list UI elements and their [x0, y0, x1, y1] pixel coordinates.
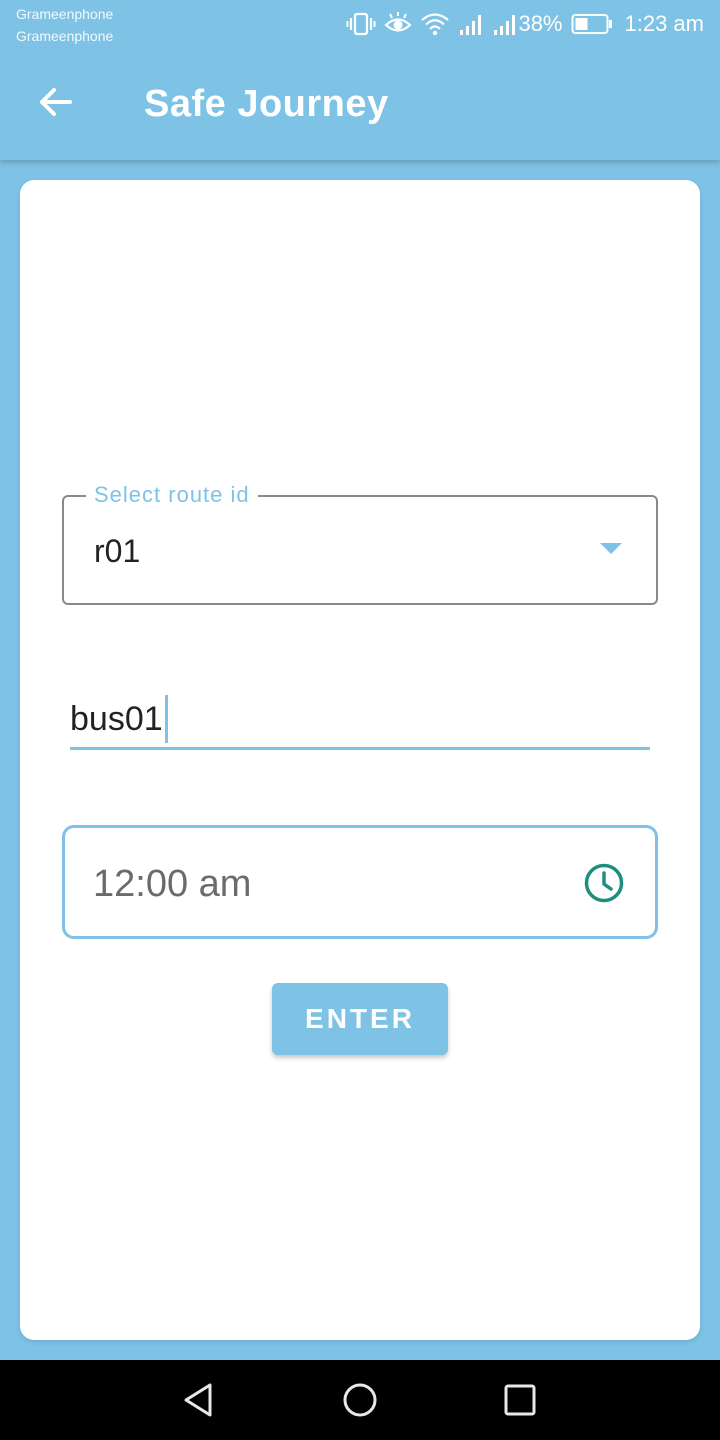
carrier-name-secondary: Grameenphone [16, 28, 114, 44]
bus-input[interactable]: bus01 [70, 685, 650, 750]
time-value: 12:00 am [93, 863, 252, 905]
nav-home-icon[interactable] [340, 1380, 380, 1420]
battery-icon [571, 13, 613, 35]
carrier-name: Grameenphone [16, 6, 114, 22]
enter-button[interactable]: ENTER [272, 983, 448, 1055]
text-cursor [164, 695, 168, 743]
navigation-bar [0, 1360, 720, 1440]
battery-percent: 38% [518, 11, 563, 36]
app-bar: Safe Journey [0, 48, 720, 160]
vibrate-icon [346, 11, 376, 37]
clock-icon[interactable] [583, 862, 625, 904]
bus-input-value: bus01 [70, 700, 163, 738]
route-select[interactable]: Select route id r01 [62, 482, 658, 605]
route-select-label: Select route id [86, 482, 258, 508]
nav-recents-icon[interactable] [500, 1380, 540, 1420]
dropdown-arrow-icon[interactable] [600, 543, 622, 554]
wifi-icon [420, 11, 450, 37]
route-select-value: r01 [94, 533, 141, 569]
status-icons: 38% 1:23 am [346, 8, 704, 40]
nav-back-icon[interactable] [180, 1380, 220, 1420]
status-time: 1:23 am [624, 11, 705, 36]
form-card: Select route id r01 bus01 12:00 am ENTER [20, 180, 700, 1340]
arrow-back-icon [38, 84, 74, 125]
signal-icon: 38% [492, 11, 563, 37]
eye-comfort-icon [384, 11, 413, 37]
back-button[interactable] [28, 76, 84, 132]
status-bar: Grameenphone Grameenphone 38% 1:23 am [0, 0, 720, 48]
time-picker-field[interactable]: 12:00 am [62, 825, 658, 939]
page-title: Safe Journey [144, 83, 389, 125]
signal-icon [458, 12, 484, 36]
